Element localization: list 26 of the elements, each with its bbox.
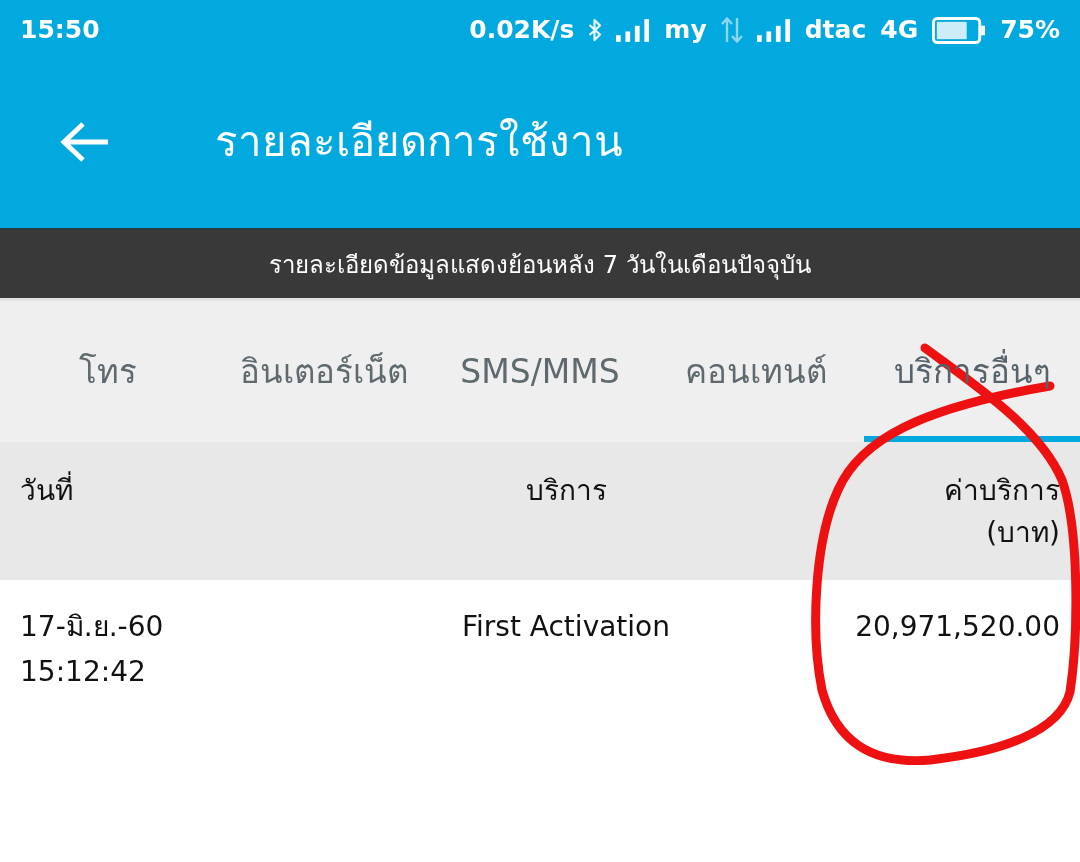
network-speed: 0.02K/s <box>469 15 575 45</box>
time-text: 15:12:42 <box>20 654 146 690</box>
notice-banner: รายละเอียดข้อมูลแสดงย้อนหลัง 7 วันในเดือนปัจจุบัน <box>0 228 1080 298</box>
column-header: วันที่ <box>20 470 73 512</box>
tab[interactable]: โทร <box>0 301 216 442</box>
date-text: 17-มิ.ย.-60 <box>20 609 164 645</box>
signal-icon <box>616 18 651 42</box>
battery-percent: 75% <box>1000 15 1060 45</box>
bluetooth-icon <box>588 18 603 42</box>
tab[interactable]: คอนเทนต์ <box>648 301 864 442</box>
battery-icon <box>932 16 987 44</box>
signal-icon <box>756 18 791 42</box>
tab[interactable]: อินเตอร์เน็ต <box>216 301 432 442</box>
data-arrows-icon <box>720 17 743 43</box>
tab[interactable]: SMS/MMS <box>432 301 648 442</box>
network-type: 4G <box>880 15 919 45</box>
column-header: ค่าบริการ <box>944 473 1060 509</box>
status-time: 15:50 <box>20 15 100 45</box>
carrier-name: dtac <box>804 15 867 45</box>
carrier-name: my <box>664 15 707 45</box>
column-unit: (บาท) <box>986 515 1060 551</box>
back-arrow-icon <box>60 121 110 163</box>
page-title: รายละเอียดการใช้งาน <box>215 116 623 168</box>
charge-amount: 20,971,520.00 <box>855 609 1060 645</box>
column-header: บริการ <box>525 473 607 509</box>
service-name: First Activation <box>462 609 670 645</box>
